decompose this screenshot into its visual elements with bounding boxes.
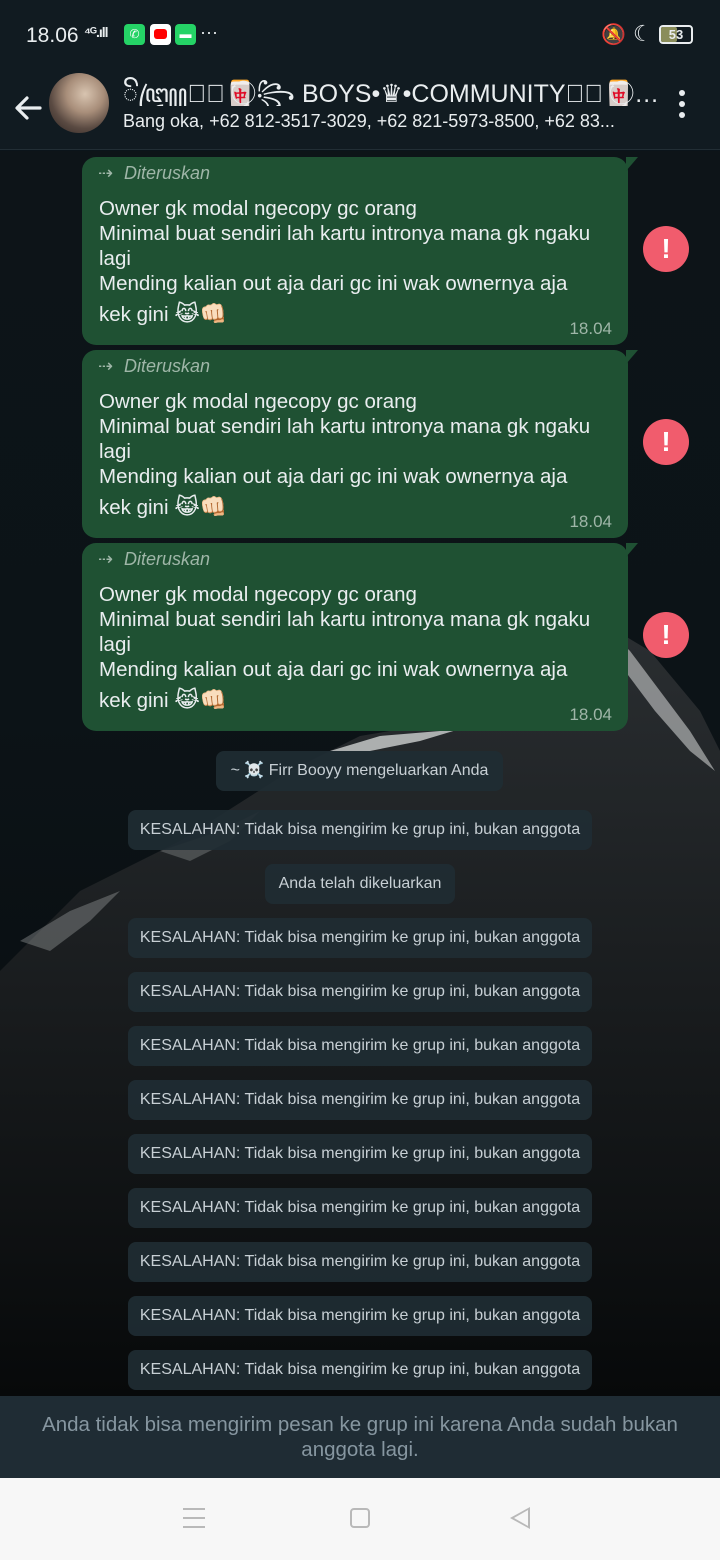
message-time: 18.04 — [569, 705, 612, 724]
message-line: Mending kalian out aja dari gc ini wak o… — [99, 272, 568, 295]
send-failed-icon[interactable]: ! — [643, 612, 689, 658]
kebab-dot — [679, 101, 685, 107]
message-line: kek gini 😹👊🏻 — [99, 301, 227, 327]
system-message-error: KESALAHAN: Tidak bisa mengirim ke grup i… — [128, 1026, 592, 1066]
message-line: lagi — [99, 633, 131, 656]
battery-icon: 53 — [659, 25, 693, 44]
menu-line — [183, 1517, 205, 1519]
message-line: lagi — [99, 247, 131, 270]
message-line: Mending kalian out aja dari gc ini wak o… — [99, 658, 568, 681]
forwarded-label: ⇢ Diteruskan — [98, 163, 210, 187]
message-line: Minimal buat sendiri lah kartu intronya … — [99, 608, 591, 631]
system-message-error: KESALAHAN: Tidak bisa mengirim ke grup i… — [128, 1242, 592, 1282]
chat-area[interactable]: ⇢ Diteruskan Owner gk modal ngecopy gc or… — [0, 151, 720, 1396]
send-failed-icon[interactable]: ! — [643, 226, 689, 272]
kebab-dot — [679, 90, 685, 96]
system-message-error: KESALAHAN: Tidak bisa mengirim ke grup i… — [128, 918, 592, 958]
system-message-error: KESALAHAN: Tidak bisa mengirim ke grup i… — [128, 972, 592, 1012]
message-emoji: 😹👊🏻 — [174, 687, 228, 712]
back-button[interactable] — [12, 84, 48, 124]
system-message-error: KESALAHAN: Tidak bisa mengirim ke grup i… — [128, 1134, 592, 1174]
kebab-dot — [679, 112, 685, 118]
whatsapp-notification-icon: ✆ — [124, 24, 145, 45]
arrow-left-icon — [15, 96, 42, 120]
message-line: Mending kalian out aja dari gc ini wak o… — [99, 465, 568, 488]
system-message-removed: Anda telah dikeluarkan — [265, 864, 455, 904]
system-message-error: KESALAHAN: Tidak bisa mengirim ke grup i… — [128, 1296, 592, 1336]
system-message-removed-by: ~ ☠️ Firr Booyy mengeluarkan Anda — [216, 751, 503, 791]
message-bubble[interactable]: ⇢ Diteruskan Owner gk modal ngecopy gc or… — [82, 157, 638, 345]
non-member-notice: Anda tidak bisa mengirim pesan ke grup i… — [42, 1413, 678, 1461]
signal-icon: ⁴ᴳ.ıll — [84, 24, 108, 40]
message-last-line: kek gini — [99, 303, 169, 326]
forwarded-icon: ⇢ — [98, 163, 114, 183]
message-bubble[interactable]: ⇢ Diteruskan Owner gk modal ngecopy gc or… — [82, 350, 638, 538]
message-time: 18.04 — [569, 319, 612, 338]
more-options-button[interactable] — [670, 86, 694, 122]
home-button[interactable] — [350, 1508, 370, 1528]
forwarded-text: Diteruskan — [124, 549, 211, 569]
forwarded-text: Diteruskan — [124, 356, 211, 376]
message-emoji: 😹👊🏻 — [174, 301, 228, 326]
forwarded-icon: ⇢ — [98, 549, 114, 569]
status-bar: 18.06 ⁴ᴳ.ıll ✆ ▬ ··· 🔕 ☾ 53 — [0, 0, 720, 64]
vibrate-off-icon: 🔕 — [601, 24, 626, 46]
group-avatar[interactable] — [49, 73, 109, 133]
message-line: Minimal buat sendiri lah kartu intronya … — [99, 222, 591, 245]
system-message-error: KESALAHAN: Tidak bisa mengirim ke grup i… — [128, 1188, 592, 1228]
do-not-disturb-icon: ☾ — [633, 21, 653, 46]
non-member-footer: Anda tidak bisa mengirim pesan ke grup i… — [0, 1396, 720, 1478]
chat-header: ꦼ꧅✾⃝🀄⃝꧂ BOYS•♛•COMMUNITY✾⃝🀄⃝꧂ 23... Bang… — [0, 64, 720, 150]
message-last-line: kek gini — [99, 689, 169, 712]
group-members[interactable]: Bang oka, +62 812-3517-3029, +62 821-597… — [123, 111, 653, 135]
message-line: lagi — [99, 440, 131, 463]
message-notification-icon: ▬ — [175, 24, 196, 45]
group-name[interactable]: ꦼ꧅✾⃝🀄⃝꧂ BOYS•♛•COMMUNITY✾⃝🀄⃝꧂ 23... — [123, 74, 663, 106]
youtube-notification-icon — [150, 24, 171, 45]
message-line: Owner gk modal ngecopy gc orang — [99, 197, 417, 220]
forwarded-label: ⇢ Diteruskan — [98, 549, 210, 573]
message-line: Owner gk modal ngecopy gc orang — [99, 390, 417, 413]
system-message-error: KESALAHAN: Tidak bisa mengirim ke grup i… — [128, 1080, 592, 1120]
forwarded-label: ⇢ Diteruskan — [98, 356, 210, 380]
system-message-error: KESALAHAN: Tidak bisa mengirim ke grup i… — [128, 810, 592, 850]
status-time: 18.06 — [26, 24, 79, 47]
menu-line — [183, 1526, 205, 1528]
message-line: Minimal buat sendiri lah kartu intronya … — [99, 415, 591, 438]
forwarded-text: Diteruskan — [124, 163, 211, 183]
message-last-line: kek gini — [99, 496, 169, 519]
menu-line — [183, 1508, 205, 1510]
message-line: Owner gk modal ngecopy gc orang — [99, 583, 417, 606]
message-line: kek gini 😹👊🏻 — [99, 687, 227, 713]
message-bubble[interactable]: ⇢ Diteruskan Owner gk modal ngecopy gc or… — [82, 543, 638, 731]
system-message-error: KESALAHAN: Tidak bisa mengirim ke grup i… — [128, 1350, 592, 1390]
recents-button[interactable] — [183, 1508, 205, 1528]
battery-percent: 53 — [668, 27, 684, 42]
system-back-button[interactable] — [510, 1507, 530, 1529]
send-failed-icon[interactable]: ! — [643, 419, 689, 465]
system-navigation-bar — [0, 1478, 720, 1560]
more-notifications-icon: ··· — [200, 22, 218, 42]
message-time: 18.04 — [569, 512, 612, 531]
message-emoji: 😹👊🏻 — [174, 494, 228, 519]
message-line: kek gini 😹👊🏻 — [99, 494, 227, 520]
forwarded-icon: ⇢ — [98, 356, 114, 376]
